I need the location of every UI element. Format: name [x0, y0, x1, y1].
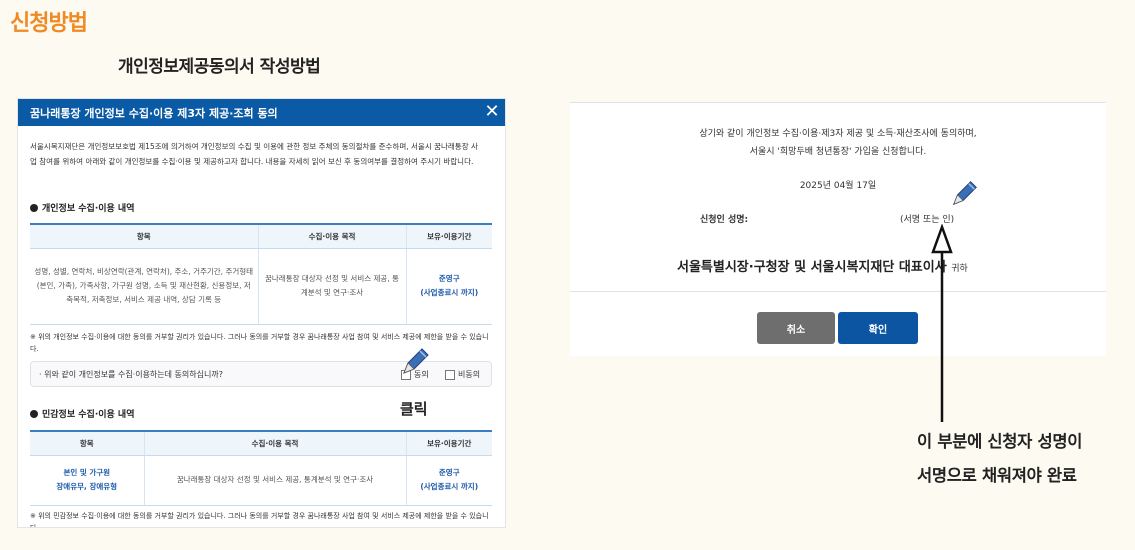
- table-header: 보유·이용기간: [405, 430, 492, 456]
- personal-info-table: 항목 수집·이용 목적 보유·이용기간 성명, 성별, 연락처, 비상연락(관계…: [30, 223, 492, 325]
- period-subtext: (사업종료시 까지): [420, 482, 479, 491]
- addressee: 서울특별시장·구청장 및 서울시복지재단 대표이사 귀하: [677, 256, 968, 275]
- cancel-button[interactable]: 취소: [757, 312, 835, 344]
- table-cell-purpose: 꿈나래통장 대상자 선정 및 서비스 제공, 통계분석 및 연구·조사: [143, 455, 406, 506]
- section-title-sensitive: 민감정보 수집·이용 내역: [30, 407, 135, 420]
- close-icon[interactable]: ✕: [482, 100, 502, 124]
- agree-question: · 위와 같이 개인정보를 수집·이용하는데 동의하십니까?: [39, 369, 223, 379]
- page-subheading: 개인정보제공동의서 작성방법: [118, 57, 321, 77]
- table-header: 항목: [30, 223, 258, 249]
- section-title-text: 개인정보 수집·이용 내역: [42, 204, 135, 214]
- table-cell-period: 준영구 (사업종료시 까지): [405, 248, 492, 325]
- pen-icon: [403, 348, 429, 374]
- table-cell-items: 본인 및 가구원 장애유무, 장애유형: [30, 455, 144, 506]
- divider: [570, 102, 1106, 103]
- table-header: 보유·이용기간: [405, 223, 492, 249]
- items-subtext: 장애유무, 장애유형: [56, 482, 118, 491]
- table-cell-period: 준영구 (사업종료시 까지): [405, 455, 492, 506]
- bullet-icon: [30, 410, 38, 418]
- confirm-button[interactable]: 확인: [838, 312, 918, 344]
- period-text: 준영구: [438, 468, 460, 477]
- table-cell-items: 성명, 성별, 연락처, 비상연락(관계, 연락처), 주소, 거주기간, 주거…: [30, 248, 258, 325]
- applicant-name-label: 신청인 성명:: [700, 215, 749, 225]
- dialog-intro: 서울시복지재단은 개인정보보호법 제15조에 의거하여 개인정보의 수집 및 이…: [30, 142, 478, 166]
- disagree-checkbox[interactable]: [445, 370, 455, 380]
- consent-dialog: 꿈나래통장 개인정보 수집·이용 제3자 제공·조회 동의 ✕ 서울시복지재단은…: [17, 98, 506, 528]
- sensitive-info-note: ※ 위의 민감정보 수집·이용에 대한 동의를 거부할 권리가 있습니다. 그러…: [30, 512, 489, 528]
- table-header-row: 항목 수집·이용 목적 보유·이용기간: [30, 430, 492, 456]
- items-text: 본인 및 가구원: [63, 468, 111, 477]
- click-label: 클릭: [400, 400, 428, 418]
- divider: [570, 291, 1106, 292]
- consent-statement-line2: 서울시 '희망두배 청년통장' 가입을 신청합니다.: [749, 147, 927, 157]
- table-header: 항목: [30, 430, 144, 456]
- section-title-personal: 개인정보 수집·이용 내역: [30, 201, 135, 214]
- bullet-icon: [30, 204, 38, 212]
- table-header-row: 항목 수집·이용 목적 보유·이용기간: [30, 223, 492, 249]
- section-title-text: 민감정보 수집·이용 내역: [42, 410, 135, 420]
- period-text: 준영구: [438, 274, 460, 283]
- period-subtext: (사업종료시 까지): [420, 288, 479, 297]
- dialog-title: 꿈나래통장 개인정보 수집·이용 제3자 제공·조회 동의: [30, 106, 278, 120]
- arrow-up-icon: [931, 224, 953, 422]
- sensitive-info-table: 항목 수집·이용 목적 보유·이용기간 본인 및 가구원 장애유무, 장애유형 …: [30, 430, 492, 506]
- table-row: 본인 및 가구원 장애유무, 장애유형 꿈나래통장 대상자 선정 및 서비스 제…: [30, 455, 492, 506]
- dialog-header: 꿈나래통장 개인정보 수집·이용 제3자 제공·조회 동의 ✕: [18, 99, 505, 126]
- addressee-text: 서울특별시장·구청장 및 서울시복지재단 대표이사: [677, 260, 947, 275]
- table-row: 성명, 성별, 연락처, 비상연락(관계, 연락처), 주소, 거주기간, 주거…: [30, 248, 492, 325]
- annotation-text: 이 부분에 신청자 성명이 서명으로 채워져야 완료: [917, 425, 1082, 493]
- page-heading: 신청방법: [10, 11, 88, 36]
- annotation-line1: 이 부분에 신청자 성명이: [917, 432, 1083, 451]
- disagree-label: 비동의: [458, 370, 481, 379]
- table-header: 수집·이용 목적: [257, 223, 406, 249]
- table-header: 수집·이용 목적: [143, 430, 406, 456]
- application-date: 2025년 04월 17일: [799, 181, 877, 191]
- consent-statement-line1: 상기와 같이 개인정보 수집·이용·제3자 제공 및 소득·재산조사에 동의하며…: [699, 129, 977, 139]
- pen-icon: [952, 181, 977, 206]
- table-cell-purpose: 꿈나래통장 대상자 선정 및 서비스 제공, 통계분석 및 연구·조사: [257, 248, 406, 325]
- annotation-line2: 서명으로 채워져야 완료: [917, 466, 1077, 485]
